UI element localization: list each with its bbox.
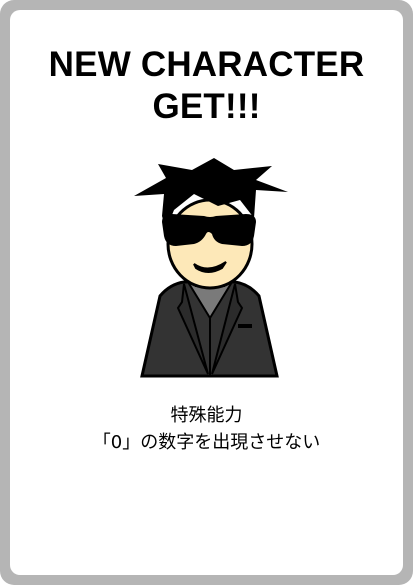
ability-description: 「0」の数字を出現させない	[92, 432, 321, 453]
title-line-1: NEW CHARACTER	[48, 45, 365, 84]
character-illustration	[122, 156, 297, 378]
special-ability: 特殊能力 「0」の数字を出現させない	[10, 402, 403, 456]
ability-heading: 特殊能力	[170, 405, 243, 426]
card-title: NEW CHARACTER GET!!!	[10, 44, 403, 128]
man-in-black-icon	[134, 158, 288, 378]
card-face: NEW CHARACTER GET!!! 特殊能力 「0」の数字を出現させない	[10, 10, 403, 575]
title-line-2: GET!!!	[152, 87, 261, 126]
character-card: NEW CHARACTER GET!!! 特殊能力 「0」の数字を出現させない	[0, 0, 413, 585]
